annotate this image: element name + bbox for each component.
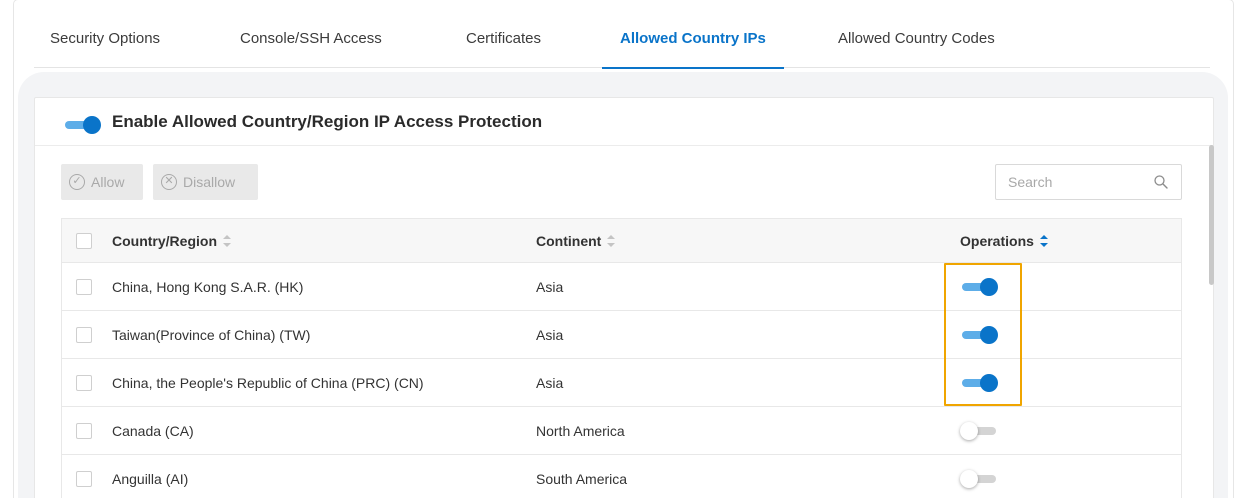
card-header: Enable Allowed Country/Region IP Access … <box>35 98 1213 146</box>
table-row: Taiwan(Province of China) (TW) Asia <box>62 311 1181 359</box>
country-cell: China, the People's Republic of China (P… <box>112 375 424 391</box>
country-cell: China, Hong Kong S.A.R. (HK) <box>112 279 304 295</box>
scrollbar[interactable] <box>1209 145 1214 285</box>
row-checkbox[interactable] <box>76 471 92 487</box>
check-circle-icon: ✓ <box>69 174 85 190</box>
allow-toggle[interactable] <box>960 326 998 344</box>
continent-cell: Asia <box>536 375 564 391</box>
x-circle-icon: ✕ <box>161 174 177 190</box>
protection-toggle[interactable] <box>63 116 101 134</box>
search-icon[interactable] <box>1153 174 1169 190</box>
column-header-operations-label: Operations <box>960 233 1034 249</box>
row-checkbox[interactable] <box>76 327 92 343</box>
row-checkbox[interactable] <box>76 375 92 391</box>
table-row: China, the People's Republic of China (P… <box>62 359 1181 407</box>
country-cell: Anguilla (AI) <box>112 471 189 487</box>
column-header-country-label: Country/Region <box>112 233 217 249</box>
column-header-continent-label: Continent <box>536 233 602 249</box>
tab-bar: Security Options Console/SSH Access Cert… <box>34 0 1210 69</box>
row-checkbox[interactable] <box>76 423 92 439</box>
allow-button-label: Allow <box>91 174 125 190</box>
table-header-row: Country/Region Continent Operations <box>62 219 1181 263</box>
continent-cell: Asia <box>536 279 564 295</box>
allow-button[interactable]: ✓ Allow <box>61 164 143 200</box>
tab-allowed-country-codes[interactable]: Allowed Country Codes <box>838 0 995 68</box>
allow-toggle[interactable] <box>960 422 998 440</box>
tab-security-options[interactable]: Security Options <box>50 0 160 68</box>
toggle-knob <box>83 116 101 134</box>
disallow-button-label: Disallow <box>183 174 236 190</box>
allow-toggle[interactable] <box>960 278 998 296</box>
allow-toggle[interactable] <box>960 470 998 488</box>
protection-card: Enable Allowed Country/Region IP Access … <box>34 97 1214 498</box>
disallow-button[interactable]: ✕ Disallow <box>153 164 258 200</box>
column-header-operations[interactable]: Operations <box>960 219 1048 263</box>
column-header-country[interactable]: Country/Region <box>112 219 231 263</box>
table-row: Canada (CA) North America <box>62 407 1181 455</box>
continent-cell: North America <box>536 423 625 439</box>
country-table: Country/Region Continent Operations Chin… <box>61 218 1182 498</box>
row-checkbox[interactable] <box>76 279 92 295</box>
search-input[interactable] <box>1008 172 1138 192</box>
tab-console-ssh-access[interactable]: Console/SSH Access <box>240 0 382 68</box>
search-box <box>995 164 1182 200</box>
continent-cell: South America <box>536 471 628 487</box>
tab-allowed-country-ips[interactable]: Allowed Country IPs <box>602 0 784 69</box>
sort-icon <box>607 235 616 248</box>
country-cell: Canada (CA) <box>112 423 194 439</box>
sort-icon <box>223 235 231 248</box>
protection-title: Enable Allowed Country/Region IP Access … <box>112 112 543 131</box>
table-row: China, Hong Kong S.A.R. (HK) Asia <box>62 263 1181 311</box>
tab-certificates[interactable]: Certificates <box>466 0 541 68</box>
column-header-continent[interactable]: Continent <box>536 219 616 263</box>
continent-cell: Asia <box>536 327 564 343</box>
country-cell: Taiwan(Province of China) (TW) <box>112 327 311 343</box>
select-all-checkbox[interactable] <box>76 233 92 249</box>
table-row: Anguilla (AI) South America <box>62 455 1181 498</box>
sort-icon <box>1039 235 1048 248</box>
allow-toggle[interactable] <box>960 374 998 392</box>
